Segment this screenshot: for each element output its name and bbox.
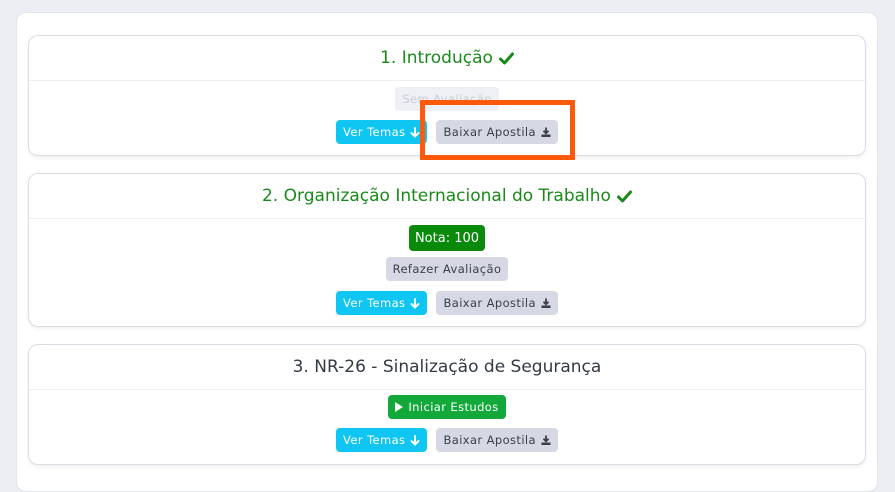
- module-header-1: 1. Introdução: [29, 36, 865, 81]
- no-evaluation-button: Sem Avaliação: [395, 87, 499, 111]
- arrow-down-icon: [410, 126, 420, 138]
- module-title-3: 3. NR-26 - Sinalização de Segurança: [292, 357, 602, 377]
- start-studies-label: Iniciar Estudos: [408, 400, 499, 414]
- download-handout-label-1: Baixar Apostila: [443, 125, 536, 139]
- view-topics-button-2[interactable]: Ver Temas: [336, 291, 428, 315]
- download-icon: [541, 435, 551, 445]
- view-topics-button-1[interactable]: Ver Temas: [336, 120, 428, 144]
- module-card-1: 1. Introdução Sem Avaliação Ver Temas Ba…: [28, 35, 866, 156]
- arrow-down-icon: [410, 297, 420, 309]
- module-card-3: 3. NR-26 - Sinalização de Segurança Inic…: [28, 344, 866, 465]
- grade-badge: Nota: 100: [408, 225, 486, 251]
- view-topics-label-2: Ver Temas: [343, 296, 406, 310]
- start-studies-button[interactable]: Iniciar Estudos: [388, 395, 506, 419]
- download-handout-label-2: Baixar Apostila: [443, 296, 536, 310]
- retake-evaluation-button[interactable]: Refazer Avaliação: [385, 257, 509, 281]
- module-card-2: 2. Organização Internacional do Trabalho…: [28, 173, 866, 327]
- download-handout-button-1[interactable]: Baixar Apostila: [436, 120, 558, 144]
- view-topics-button-3[interactable]: Ver Temas: [336, 428, 428, 452]
- view-topics-label-1: Ver Temas: [343, 125, 406, 139]
- download-handout-label-3: Baixar Apostila: [443, 433, 536, 447]
- download-icon: [541, 127, 551, 137]
- module-title-2: 2. Organização Internacional do Trabalho: [262, 186, 611, 206]
- download-icon: [541, 298, 551, 308]
- check-icon: [498, 52, 514, 65]
- view-topics-label-3: Ver Temas: [343, 433, 406, 447]
- check-icon: [616, 190, 632, 203]
- download-handout-button-3[interactable]: Baixar Apostila: [436, 428, 558, 452]
- module-header-3: 3. NR-26 - Sinalização de Segurança: [29, 345, 865, 390]
- play-icon: [395, 402, 404, 412]
- arrow-down-icon: [410, 434, 420, 446]
- module-header-2: 2. Organização Internacional do Trabalho: [29, 174, 865, 219]
- module-title-1: 1. Introdução: [380, 48, 493, 68]
- download-handout-button-2[interactable]: Baixar Apostila: [436, 291, 558, 315]
